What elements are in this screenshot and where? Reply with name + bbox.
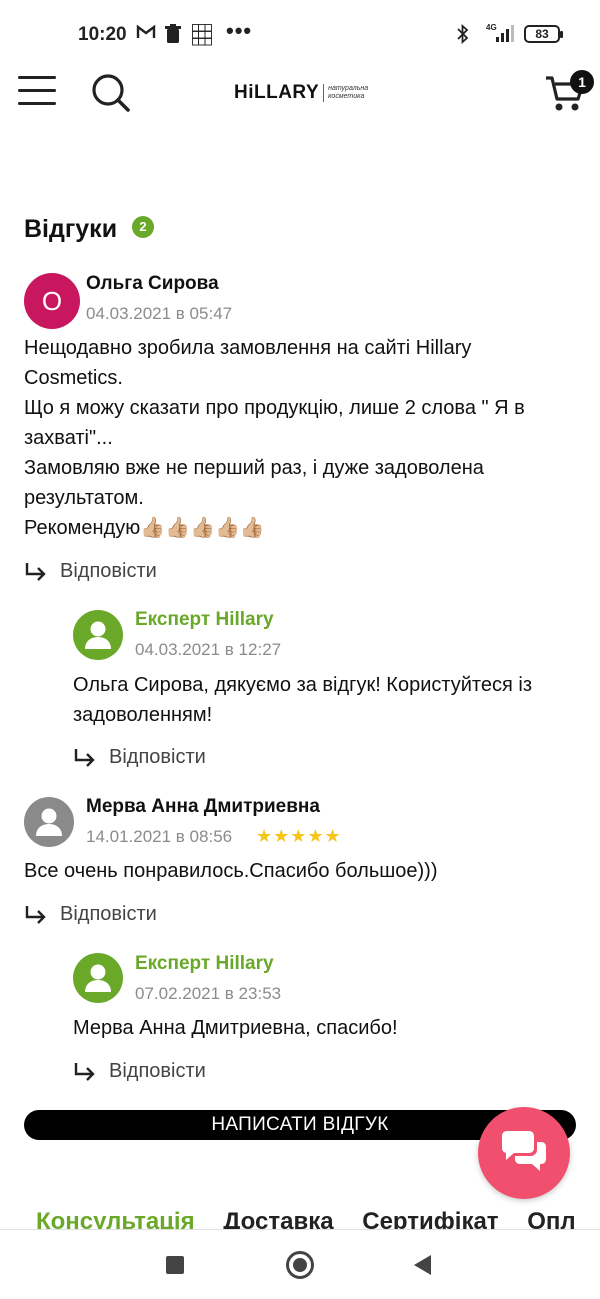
keypad-grid-icon <box>192 24 212 46</box>
user-icon <box>85 964 111 992</box>
chat-bubbles-icon <box>502 1131 546 1171</box>
review-text-line: Замовляю вже не перший раз, і дуже задов… <box>24 457 484 479</box>
home-button[interactable] <box>286 1251 314 1279</box>
reply-arrow-icon <box>25 905 46 924</box>
cart-count-badge: 1 <box>570 70 594 94</box>
user-icon <box>85 621 111 649</box>
logo-tagline-line-1: натуральна <box>328 85 369 92</box>
reply-link[interactable]: Відповісти <box>73 746 206 769</box>
more-notifications-icon: ••• <box>226 18 253 43</box>
avatar <box>24 797 74 847</box>
review-text: Нещодавно зробила замовлення на сайті Hi… <box>24 333 584 543</box>
logo-tagline-line-2: косметика <box>328 93 365 100</box>
logo-tagline: натуральна косметика <box>328 85 368 101</box>
reply-label: Відповісти <box>109 746 206 768</box>
review-author: Мерва Анна Дмитриевна <box>86 796 320 817</box>
expert-avatar <box>73 953 123 1003</box>
menu-icon[interactable] <box>18 76 56 106</box>
gmail-icon <box>136 24 156 45</box>
reviews-title: Відгуки <box>24 215 118 243</box>
expert-author: Експерт Hillary <box>135 953 274 974</box>
expert-text-line: задоволенням! <box>73 704 213 726</box>
status-time: 10:20 <box>78 24 127 45</box>
reviews-count-badge: 2 <box>132 216 154 238</box>
signal-icon: 4G <box>484 22 518 49</box>
expert-date: 04.03.2021 в 12:27 <box>135 640 282 659</box>
reply-label: Відповісти <box>60 560 157 582</box>
review-text: Все очень понравилось.Спасибо большое))) <box>24 856 584 886</box>
battery-indicator: 83 <box>524 25 563 43</box>
review-date: 14.01.2021 в 08:56 <box>86 827 233 846</box>
expert-avatar <box>73 610 123 660</box>
avatar: О <box>24 273 80 329</box>
expert-author: Експерт Hillary <box>135 609 274 630</box>
site-logo[interactable]: HiLLARY натуральна косметика <box>234 82 368 104</box>
review-author: Ольга Сирова <box>86 273 219 294</box>
reply-label: Відповісти <box>109 1060 206 1082</box>
reply-link[interactable]: Відповісти <box>24 560 157 583</box>
expert-date: 07.02.2021 в 23:53 <box>135 984 282 1003</box>
chat-button[interactable] <box>478 1107 570 1199</box>
expert-text: Мерва Анна Дмитриевна, спасибо! <box>73 1013 583 1043</box>
svg-text:4G: 4G <box>486 23 497 32</box>
reply-arrow-icon <box>74 748 95 767</box>
search-icon[interactable] <box>90 72 132 119</box>
status-bar: 10:20 ••• 4G 83 <box>0 0 600 68</box>
reply-arrow-icon <box>74 1062 95 1081</box>
reply-link[interactable]: Відповісти <box>24 903 157 926</box>
review-text-line: захваті"... <box>24 427 113 449</box>
system-navigation-bar <box>0 1229 600 1299</box>
reply-label: Відповісти <box>60 903 157 925</box>
recent-apps-button[interactable] <box>166 1256 184 1274</box>
bluetooth-icon <box>456 23 470 49</box>
avatar-initial: О <box>41 285 63 316</box>
back-button[interactable] <box>414 1255 431 1275</box>
logo-divider <box>323 84 325 102</box>
logo-brand: HiLLARY <box>234 82 320 103</box>
review-text-line: Cosmetics. <box>24 367 123 389</box>
rating-stars: ★★★★★ <box>256 826 342 846</box>
expert-text-line: Ольга Сирова, дякуємо за відгук! Користу… <box>73 674 532 696</box>
reply-arrow-icon <box>25 562 46 581</box>
trash-icon <box>164 24 182 49</box>
review-text-line: Все очень понравилось.Спасибо большое))) <box>24 860 438 882</box>
review-text-line: Нещодавно зробила замовлення на сайті Hi… <box>24 337 472 359</box>
expert-text: Ольга Сирова, дякуємо за відгук! Користу… <box>73 670 583 730</box>
site-header: HiLLARY натуральна косметика 1 <box>0 68 600 124</box>
user-icon <box>36 808 62 836</box>
expert-text-line: Мерва Анна Дмитриевна, спасибо! <box>73 1017 398 1039</box>
review-text-line: результатом. <box>24 487 144 509</box>
review-date: 04.03.2021 в 05:47 <box>86 304 233 323</box>
reply-link[interactable]: Відповісти <box>73 1060 206 1083</box>
review-text-line: Що я можу сказати про продукцію, лише 2 … <box>24 397 525 419</box>
review-text-line: Рекомендую👍🏼👍🏼👍🏼👍🏼👍🏼 <box>24 517 265 539</box>
